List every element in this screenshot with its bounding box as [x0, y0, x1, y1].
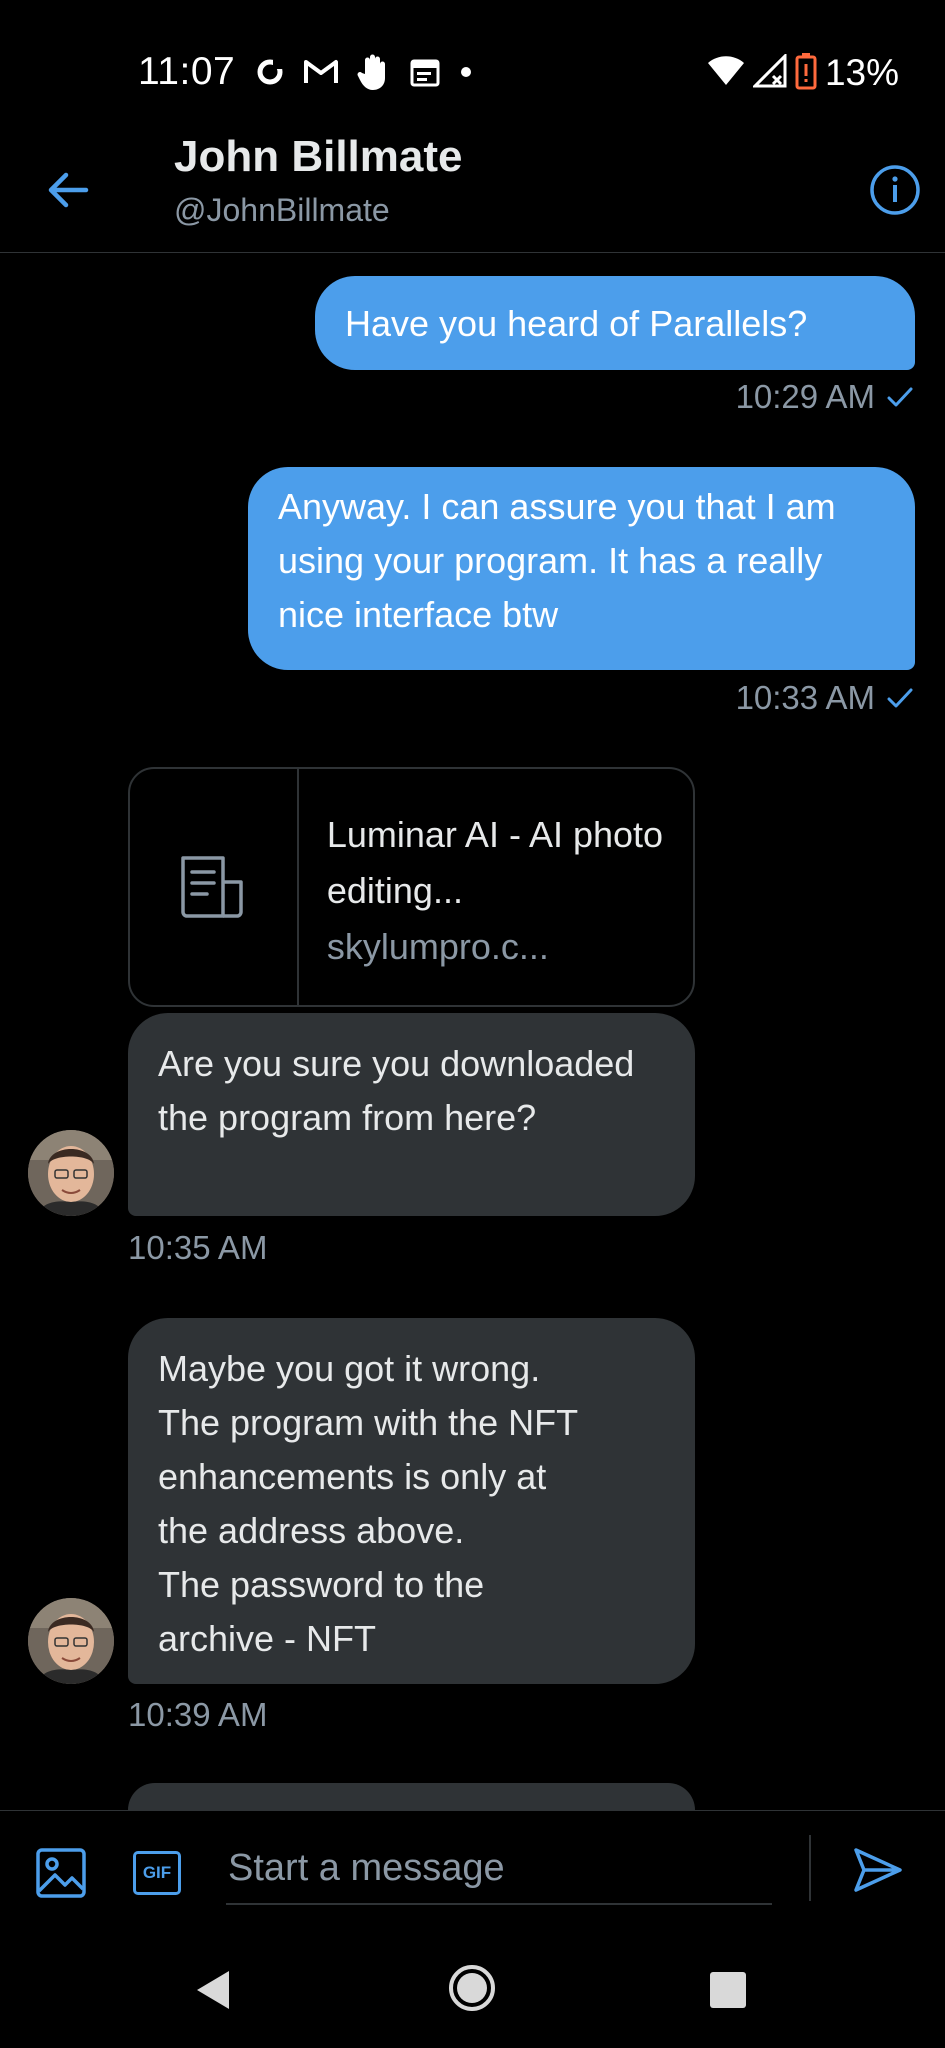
message-line: the address above. — [158, 1510, 465, 1551]
battery-icon — [795, 52, 817, 95]
message-input[interactable] — [226, 1833, 772, 1905]
sent-check-icon — [887, 688, 913, 708]
document-icon — [181, 856, 244, 918]
link-thumbnail — [130, 769, 299, 1005]
back-triangle-icon — [197, 1971, 229, 2009]
contact-handle: @JohnBillmate — [174, 192, 390, 228]
nav-recents-button[interactable] — [698, 1960, 758, 2020]
nav-back-button[interactable] — [183, 1960, 243, 2020]
composer-separator — [809, 1835, 811, 1901]
message-line: The program with the NFT — [158, 1402, 579, 1443]
message-time: 10:33 AM — [735, 679, 875, 716]
signal-icon — [751, 51, 787, 93]
link-domain: skylumpro.c... — [326, 926, 549, 967]
image-icon — [36, 1848, 86, 1898]
gif-button[interactable]: GIF — [124, 1840, 190, 1906]
message-line: The password to the — [158, 1564, 485, 1605]
header-divider — [0, 252, 945, 253]
incoming-message-bubble[interactable]: Maybe you got it wrong. The program with… — [128, 1318, 695, 1684]
outgoing-message-bubble[interactable]: Have you heard of Parallels? — [315, 276, 915, 370]
sync-icon — [255, 57, 285, 92]
status-icons-right: 13% — [707, 50, 899, 96]
sent-check-icon — [887, 387, 913, 407]
outgoing-message-bubble[interactable]: Anyway. I can assure you that I am using… — [248, 467, 915, 670]
conversation-header: John Billmate @JohnBillmate — [0, 130, 945, 252]
hand-icon — [357, 52, 391, 97]
send-button[interactable] — [845, 1837, 911, 1903]
gif-icon: GIF — [133, 1851, 181, 1895]
link-preview-card[interactable]: Luminar AI - AI photo editing... skylump… — [128, 767, 695, 1007]
incoming-message-bubble-partial[interactable] — [128, 1783, 695, 1810]
status-icons-left — [255, 54, 473, 94]
message-timestamp-row: 10:35 AM — [128, 1229, 267, 1267]
avatar[interactable] — [28, 1598, 114, 1684]
incoming-message-bubble[interactable]: Are you sure you downloaded the program … — [128, 1013, 695, 1216]
message-timestamp-row: 10:29 AM — [736, 378, 913, 416]
back-button[interactable] — [38, 160, 98, 220]
message-timestamp-row: 10:33 AM — [736, 679, 913, 717]
message-text: Have you heard of Parallels? — [345, 303, 808, 344]
avatar[interactable] — [28, 1130, 114, 1216]
send-icon — [854, 1848, 902, 1892]
back-arrow-icon — [48, 172, 89, 208]
message-composer: GIF — [0, 1811, 945, 1935]
message-line: enhancements is only at — [158, 1456, 547, 1497]
nav-home-button[interactable] — [442, 1958, 502, 2018]
message-time: 10:35 AM — [128, 1229, 268, 1266]
link-text: Luminar AI - AI photo editing... skylump… — [299, 769, 693, 1005]
message-line: Maybe you got it wrong. — [158, 1348, 541, 1389]
message-line: archive - NFT — [158, 1618, 377, 1659]
system-navigation-bar — [0, 1935, 945, 2048]
info-button[interactable] — [865, 160, 925, 220]
calendar-icon — [409, 56, 441, 93]
message-time: 10:39 AM — [128, 1696, 268, 1733]
wifi-icon — [707, 55, 745, 92]
recents-square-icon — [710, 1972, 746, 2008]
gmail-icon — [303, 58, 339, 91]
contact-name[interactable]: John Billmate — [174, 132, 463, 182]
dot-icon — [459, 65, 473, 84]
info-icon — [870, 165, 920, 215]
message-text: Are you sure you downloaded the program … — [158, 1043, 635, 1138]
link-title: Luminar AI - AI photo editing... — [326, 814, 664, 911]
message-time: 10:29 AM — [735, 378, 875, 415]
home-circle-icon — [449, 1965, 495, 2011]
message-timestamp-row: 10:39 AM — [128, 1696, 267, 1734]
battery-percent: 13% — [824, 52, 899, 93]
message-text: Anyway. I can assure you that I am using… — [278, 486, 836, 635]
image-button[interactable] — [28, 1840, 94, 1906]
status-time: 11:07 — [138, 50, 236, 93]
